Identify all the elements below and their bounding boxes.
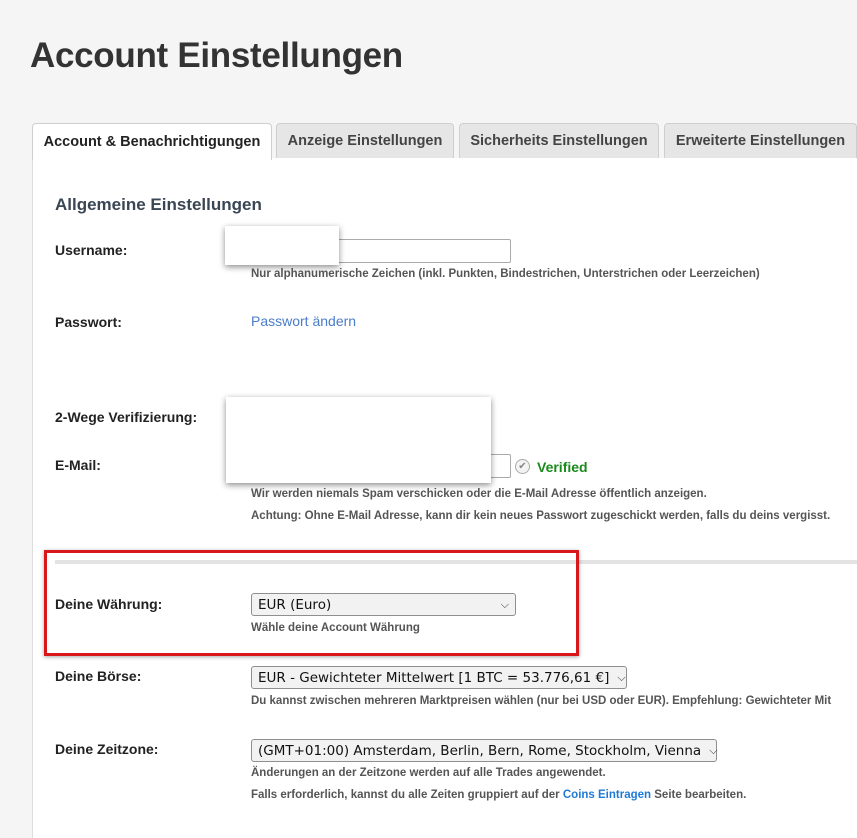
redaction-box [226,397,491,483]
tab-display-settings[interactable]: Anzeige Einstellungen [276,123,454,158]
username-label: Username: [55,242,128,258]
password-label: Passwort: [55,314,122,330]
highlight-box [44,550,579,656]
exchange-selected-value: EUR - Gewichteter Mittelwert [1 BTC = 53… [258,669,610,686]
exchange-label: Deine Börse: [55,668,142,684]
timezone-hint: Änderungen an der Zeitzone werden auf al… [251,767,606,779]
timezone-edit-hint-suffix: Seite bearbeiten. [654,789,747,801]
tab-security-settings[interactable]: Sicherheits Einstellungen [459,123,659,158]
email-verified-status: Verified [537,459,588,475]
email-warning: Achtung: Ohne E-Mail Adresse, kann dir k… [251,510,831,522]
email-label: E-Mail: [55,457,101,473]
check-circle-icon: ✔ [515,459,530,474]
tab-account-notifications[interactable]: Account & Benachrichtigungen [32,123,272,160]
two-factor-label: 2-Wege Verifizierung: [55,409,198,425]
page-title: Account Einstellungen [30,36,403,75]
chevron-down-icon: ⌵ [709,743,718,757]
redaction-box [225,226,339,265]
exchange-hint: Du kannst zwischen mehreren Marktpreisen… [251,695,832,707]
username-hint: Nur alphanumerische Zeichen (inkl. Punkt… [251,268,760,280]
coins-eintragen-link[interactable]: Coins Eintragen [563,789,651,801]
timezone-select[interactable]: (GMT+01:00) Amsterdam, Berlin, Bern, Rom… [251,739,718,762]
chevron-down-icon: ⌵ [617,670,626,684]
timezone-selected-value: (GMT+01:00) Amsterdam, Berlin, Bern, Rom… [258,742,702,759]
email-hint: Wir werden niemals Spam verschicken oder… [251,488,707,500]
timezone-edit-hint-prefix: Falls erforderlich, kannst du alle Zeite… [251,789,560,801]
tab-advanced-settings[interactable]: Erweiterte Einstellungen [664,123,857,158]
exchange-select[interactable]: EUR - Gewichteter Mittelwert [1 BTC = 53… [251,666,627,689]
timezone-label: Deine Zeitzone: [55,741,159,757]
timezone-edit-hint: Falls erforderlich, kannst du alle Zeite… [251,789,746,801]
change-password-link[interactable]: Passwort ändern [251,313,356,329]
section-heading: Allgemeine Einstellungen [55,195,262,214]
